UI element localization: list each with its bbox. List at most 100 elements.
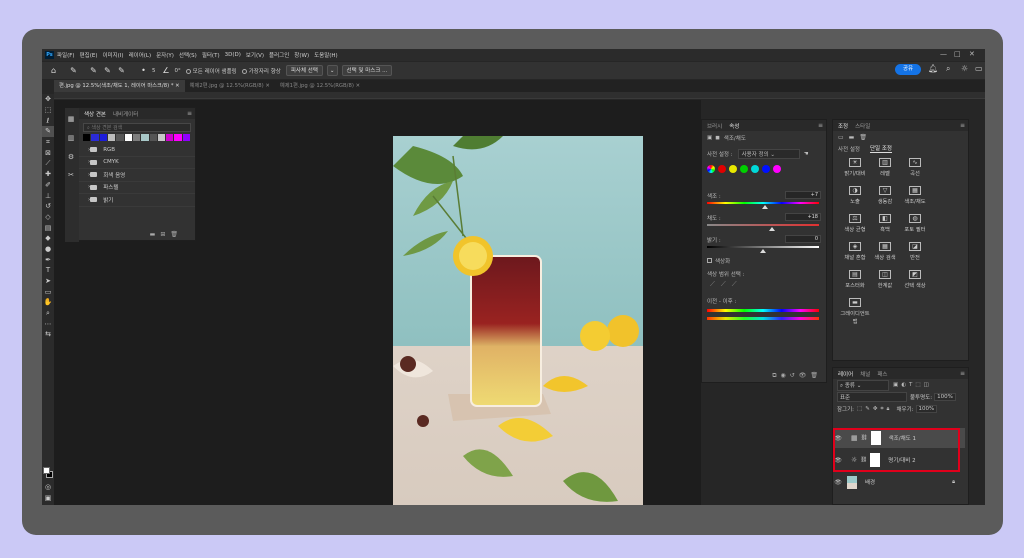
color-range-dot[interactable] [773,164,781,173]
hand-tool-icon[interactable]: ✋ [42,297,54,308]
panel-menu-icon[interactable]: ≡ [960,370,965,377]
swatch-folder-pastel[interactable]: › 파스텔 [79,182,195,194]
dodge-tool-icon[interactable]: ● [42,244,54,255]
panel-menu-icon[interactable]: ≡ [960,122,965,129]
home-icon[interactable]: ⌂ [48,65,59,76]
menu-file[interactable]: 파일(F) [57,51,75,59]
swatch-folder-gray[interactable]: › 회색 음영 [79,169,195,182]
swatch-color[interactable] [107,134,116,141]
foreground-color[interactable] [43,467,50,474]
menu-layer[interactable]: 레이어(L) [129,51,152,59]
properties-icon[interactable]: ⚙ [65,151,77,162]
history-brush-icon[interactable]: ↺ [42,201,54,212]
document-image[interactable] [393,136,643,505]
hue-slider[interactable] [707,202,819,204]
tab-paths[interactable]: 패스 [877,370,887,378]
filter-icons[interactable]: ▣◐T⬚◫ [893,382,932,388]
hand-adjust-icon[interactable]: ☚ [804,151,809,157]
swatch-color[interactable] [99,134,107,141]
tab-single-adjust[interactable]: 단일 조정 [870,144,892,153]
frame-tool-icon[interactable]: ⊠ [42,147,54,158]
tab-navigator[interactable]: 내비게이터 [113,110,138,118]
clone-stamp-icon[interactable]: ⊥ [42,190,54,201]
sample-all-checkbox[interactable]: 모든 레이어 샘플링 [185,67,237,75]
lightness-input[interactable]: 0 [785,235,821,243]
healing-brush-icon[interactable]: ✚ [42,169,54,180]
more-tools-icon[interactable]: ⋯ [42,318,54,329]
hue-input[interactable]: +7 [785,191,821,199]
workspace-icon[interactable]: ▭ [975,64,983,73]
new-selection-icon[interactable]: ✎ [88,65,99,76]
swap-colors-icon[interactable]: ⇆ [42,329,54,340]
quick-mask-icon[interactable]: ◎ [42,482,54,493]
layer-filter-dropdown[interactable]: ⌕ 종류 ⌄ [837,379,889,391]
tab-channels[interactable]: 채널 [860,370,870,378]
tab-presets[interactable]: 사전 설정 [838,145,860,153]
adjustment-item[interactable]: ◪ 반전 [898,242,932,261]
swatch-footer-icons[interactable]: ▬⊞🗑︎ [150,231,183,238]
swatch-color[interactable] [116,134,124,141]
quick-select-tool-icon[interactable]: ✎ [42,126,54,137]
menu-edit[interactable]: 편집(E) [80,51,98,59]
angle-value[interactable]: 0° [175,68,181,74]
hue-thumb[interactable] [762,205,768,209]
eye-icon[interactable]: 👁︎ [833,479,843,486]
color-range-dot[interactable] [718,164,726,173]
swatch-color[interactable] [132,134,141,141]
eraser-tool-icon[interactable]: ◇ [42,212,54,223]
add-selection-icon[interactable]: ✎ [102,65,113,76]
adjustment-item[interactable]: ◧ 흑백 [868,214,902,233]
type-tool-icon[interactable]: T [42,265,54,276]
tab-document-1[interactable]: 편.jpg @ 12.5%(색조/채도 1, 레이어 마스크/8) * ✕ [54,80,185,92]
select-and-mask-button[interactable]: 선택 및 마스크 ... [341,65,393,76]
color-swatches[interactable] [43,467,53,479]
pen-tool-icon[interactable]: ✒ [42,254,54,265]
swatch-color[interactable] [166,134,174,141]
menu-help[interactable]: 도움말(H) [314,51,338,59]
tab-adjustments[interactable]: 조정 [838,122,848,130]
brush-size-icon[interactable]: • [138,65,149,76]
swatch-folder-rgb[interactable]: › RGB [79,144,195,157]
search-icon[interactable]: ⌕ [946,64,950,74]
panel-menu-icon[interactable]: ≡ [187,110,192,117]
adjustment-item[interactable]: ☀ 밝기/대비 [838,158,872,177]
adjustment-item[interactable]: ▤ 포스터화 [838,270,872,289]
tab-document-2[interactable]: 예제2편.jpg @ 12.5%(RGB/8) ✕ [185,80,275,92]
menu-filter[interactable]: 필터(T) [202,51,220,59]
saturation-slider[interactable] [707,224,819,226]
swatch-folder-light[interactable]: › 밝기 [79,194,195,207]
blend-mode-dropdown[interactable]: 표준 [837,392,907,402]
zoom-tool-icon[interactable]: ⌕ [42,308,54,319]
swatch-folder-cmyk[interactable]: › CMYK [79,157,195,169]
maximize-icon[interactable]: □ [954,50,961,58]
history-icon[interactable]: ▦ [65,114,77,125]
adjustment-item[interactable]: ▬ 그레이디언트 맵 [838,298,872,325]
opacity-input[interactable]: 100% [934,393,956,401]
lightness-slider[interactable] [707,246,819,248]
swatch-color[interactable] [149,134,157,141]
path-select-icon[interactable]: ➤ [42,276,54,287]
adjustment-item[interactable]: ◈ 채널 혼합 [838,242,872,261]
swatch-color[interactable] [174,134,182,141]
adjustment-item[interactable]: ◍ 포토 필터 [898,214,932,233]
light-icon[interactable]: ☼ [961,64,968,73]
adjustment-item[interactable]: ◫ 한계값 [868,270,902,289]
lasso-tool-icon[interactable]: ℓ [42,115,54,126]
tools-icon[interactable]: ✂ [65,170,77,181]
eyedropper-icons[interactable]: ⟋⟋⟋ [710,280,743,289]
swatch-color[interactable] [157,134,166,141]
adjust-icon[interactable]: ▭ [838,134,844,141]
lock-icons[interactable]: ⬚✎✥⌗🔒︎ [857,406,892,413]
trash-icon[interactable]: 🗑︎ [859,134,867,141]
close-icon[interactable]: ✕ [969,50,975,58]
tab-properties[interactable]: 속성 [729,122,739,130]
gradient-tool-icon[interactable]: ▤ [42,222,54,233]
color-range-dot[interactable] [751,164,759,173]
screen-mode-icon[interactable]: ▣ [42,493,54,504]
adjustment-item[interactable]: ⚖ 색상 균형 [838,214,872,233]
brush-tool-icon[interactable]: ✐ [42,180,54,191]
saturation-input[interactable]: +18 [785,213,821,221]
adjustment-item[interactable]: ▥ 레벨 [868,158,902,177]
adjustment-item[interactable]: ▦ 색상 검색 [868,242,902,261]
select-subject-button[interactable]: 피사체 선택 [285,65,323,76]
